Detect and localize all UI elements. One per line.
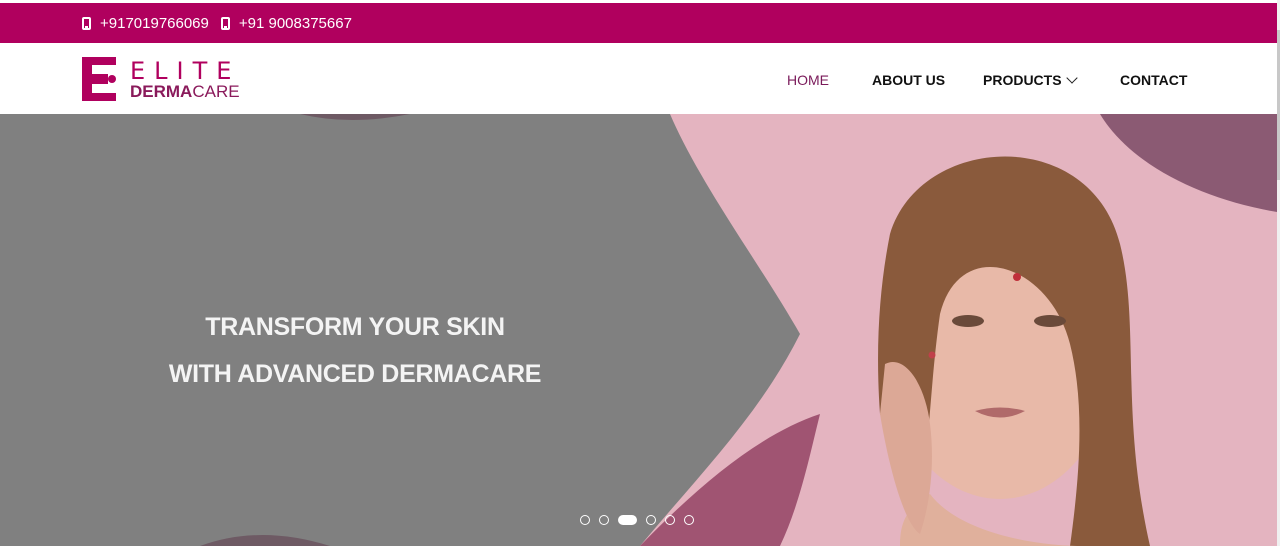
logo-elite-text: ELITE <box>130 57 241 85</box>
hero-headline-line-2: WITH ADVANCED DERMACARE <box>168 360 542 388</box>
nav-item-products[interactable]: PRODUCTS <box>983 72 1078 88</box>
nav-item-products-label: PRODUCTS <box>983 72 1062 88</box>
phone-number-2[interactable]: +91 9008375667 <box>239 15 352 32</box>
phone-contact-2[interactable]: +91 9008375667 <box>220 15 352 32</box>
slider-pagination <box>580 515 703 525</box>
top-contact-bar: +917019766069 +91 9008375667 <box>0 3 1277 43</box>
logo-dermacare-text: DERMACARE <box>130 83 240 100</box>
hero-slider: TRANSFORM YOUR SKIN WITH ADVANCED DERMAC… <box>0 114 1277 546</box>
slide-dot-5[interactable] <box>665 515 675 525</box>
chevron-down-icon <box>1065 72 1078 84</box>
slide-dot-6[interactable] <box>684 515 694 525</box>
hero-headline-line-1: TRANSFORM YOUR SKIN <box>205 313 505 341</box>
slide-dot-1[interactable] <box>580 515 590 525</box>
logo-care-text: CARE <box>192 82 240 101</box>
nav-item-home[interactable]: HOME <box>787 72 829 88</box>
site-logo[interactable]: ELITE DERMACARE <box>82 57 257 103</box>
main-navbar: ELITE DERMACARE HOME ABOUT US PRODUCTS C… <box>0 43 1277 114</box>
nav-item-contact[interactable]: CONTACT <box>1120 72 1187 88</box>
slide-dot-3-active[interactable] <box>618 515 637 525</box>
logo-e-mark-icon <box>82 57 116 101</box>
phone-number-1[interactable]: +917019766069 <box>100 15 209 32</box>
mobile-phone-icon <box>220 16 230 30</box>
slide-dot-2[interactable] <box>599 515 609 525</box>
slide-dot-4[interactable] <box>646 515 656 525</box>
nav-item-about-us[interactable]: ABOUT US <box>872 72 945 88</box>
logo-derma-bold: DERMA <box>130 82 193 101</box>
mobile-phone-icon <box>82 16 91 30</box>
phone-contact-1[interactable]: +917019766069 <box>82 15 209 32</box>
